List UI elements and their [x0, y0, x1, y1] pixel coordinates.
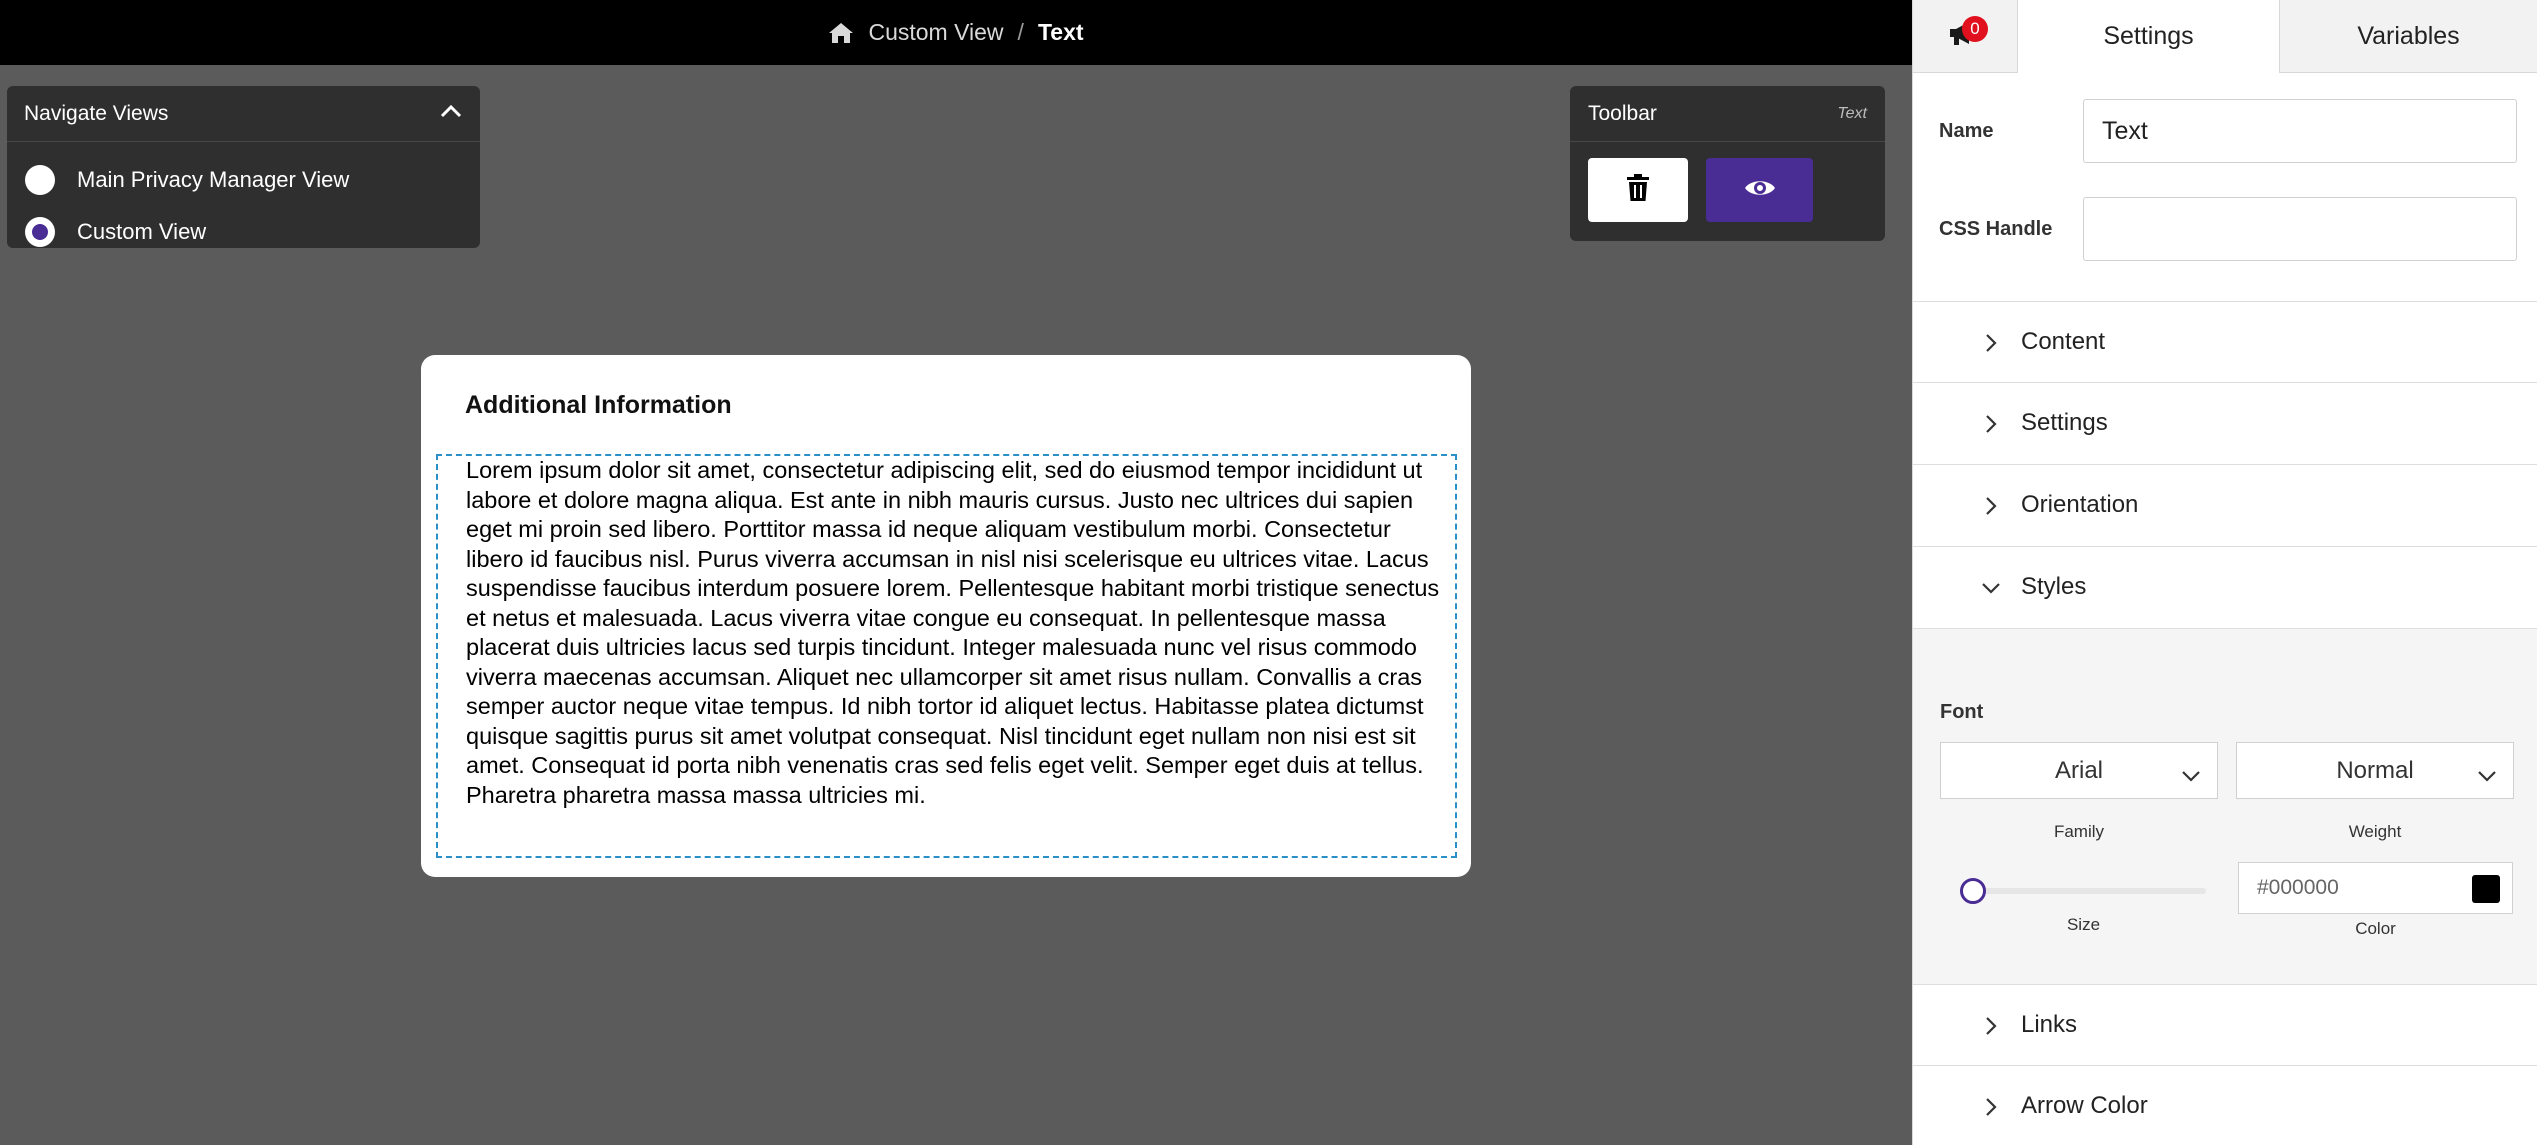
font-family-value: Arial [2054, 756, 2103, 784]
panel-tabs: 0 Settings Variables [1913, 0, 2537, 73]
navigate-views-header[interactable]: Navigate Views [7, 86, 480, 142]
chevron-right-icon [1985, 465, 1997, 546]
tab-settings[interactable]: Settings [2018, 0, 2279, 73]
breadcrumb-current: Text [1037, 19, 1084, 45]
css-handle-label: CSS Handle [1939, 217, 2053, 240]
section-arrow-color[interactable]: Arrow Color [1913, 1065, 2537, 1145]
section-content[interactable]: Content [1913, 301, 2537, 382]
settings-panel: 0 Settings Variables Name CSS Handle Con… [1912, 0, 2537, 1145]
family-label: Family [2053, 822, 2105, 841]
name-input[interactable] [2083, 99, 2517, 163]
chevron-right-icon [1985, 383, 1997, 464]
additional-information-card: Additional Information Lorem ipsum dolor… [421, 355, 1471, 877]
chevron-down-icon [2181, 761, 2201, 789]
chevron-right-icon [1985, 985, 1997, 1066]
preview-button[interactable] [1706, 158, 1813, 222]
section-settings[interactable]: Settings [1913, 382, 2537, 463]
section-label: Settings [2021, 409, 2108, 436]
delete-button[interactable] [1588, 158, 1688, 222]
navigate-views-title: Navigate Views [24, 101, 169, 125]
eye-icon [1744, 177, 1776, 204]
tab-variables[interactable]: Variables [2279, 0, 2537, 72]
section-links[interactable]: Links [1913, 984, 2537, 1065]
font-size-slider-thumb[interactable] [1960, 878, 1987, 904]
breadcrumb-parent[interactable]: Custom View [868, 19, 1003, 46]
section-label: Orientation [2021, 491, 2139, 518]
home-icon[interactable] [828, 22, 854, 44]
section-label: Styles [2021, 573, 2087, 600]
view-option-main-privacy-manager[interactable]: Main Privacy Manager View [7, 154, 480, 206]
toolbar-title: Toolbar [1588, 101, 1657, 125]
font-weight-value: Normal [2336, 756, 2414, 784]
section-label: Content [2021, 328, 2106, 355]
font-label: Font [1940, 701, 1984, 723]
navigate-views-panel: Navigate Views Main Privacy Manager View… [7, 86, 480, 248]
view-option-label: Main Privacy Manager View [77, 167, 350, 192]
styles-section-body: Font Arial Normal Family Weight Size #00… [1913, 628, 2537, 984]
css-handle-field-row: CSS Handle [1939, 197, 2517, 261]
chevron-up-icon[interactable] [440, 104, 462, 123]
chevron-down-icon [2477, 761, 2497, 789]
toolbar-panel: Toolbar Text [1570, 86, 1885, 241]
breadcrumb-separator: / [1017, 19, 1024, 45]
radio-custom-view[interactable] [25, 217, 55, 247]
font-family-select[interactable]: Arial [1940, 742, 2218, 799]
chevron-right-icon [1985, 1066, 1997, 1145]
radio-main-privacy-manager[interactable] [25, 165, 55, 195]
tab-notifications[interactable]: 0 [1913, 0, 2018, 72]
weight-label: Weight [2348, 822, 2402, 841]
font-color-value: #000000 [2257, 876, 2339, 899]
section-styles[interactable]: Styles [1913, 546, 2537, 627]
color-label: Color [2355, 919, 2396, 938]
toolbar-context: Text [1837, 104, 1867, 122]
font-size-slider-track[interactable] [1961, 888, 2206, 894]
view-option-custom-view[interactable]: Custom View [7, 206, 480, 248]
css-handle-input[interactable] [2083, 197, 2517, 261]
notification-badge: 0 [1962, 16, 1988, 42]
font-color-input[interactable]: #000000 [2238, 862, 2513, 914]
name-field-row: Name [1939, 99, 2517, 163]
font-weight-select[interactable]: Normal [2236, 742, 2514, 799]
section-label: Arrow Color [2021, 1092, 2148, 1119]
chevron-down-icon [1981, 547, 2001, 628]
card-title: Additional Information [465, 391, 732, 419]
selected-text-block[interactable]: Lorem ipsum dolor sit amet, consectetur … [436, 454, 1457, 858]
section-label: Links [2021, 1011, 2078, 1038]
breadcrumb: Custom View / Text [0, 0, 1912, 65]
size-label: Size [2066, 915, 2101, 934]
section-orientation[interactable]: Orientation [1913, 464, 2537, 545]
name-label: Name [1939, 119, 1994, 142]
trash-icon [1626, 173, 1650, 207]
color-swatch[interactable] [2472, 875, 2500, 903]
view-option-label: Custom View [77, 219, 207, 244]
chevron-right-icon [1985, 302, 1997, 383]
